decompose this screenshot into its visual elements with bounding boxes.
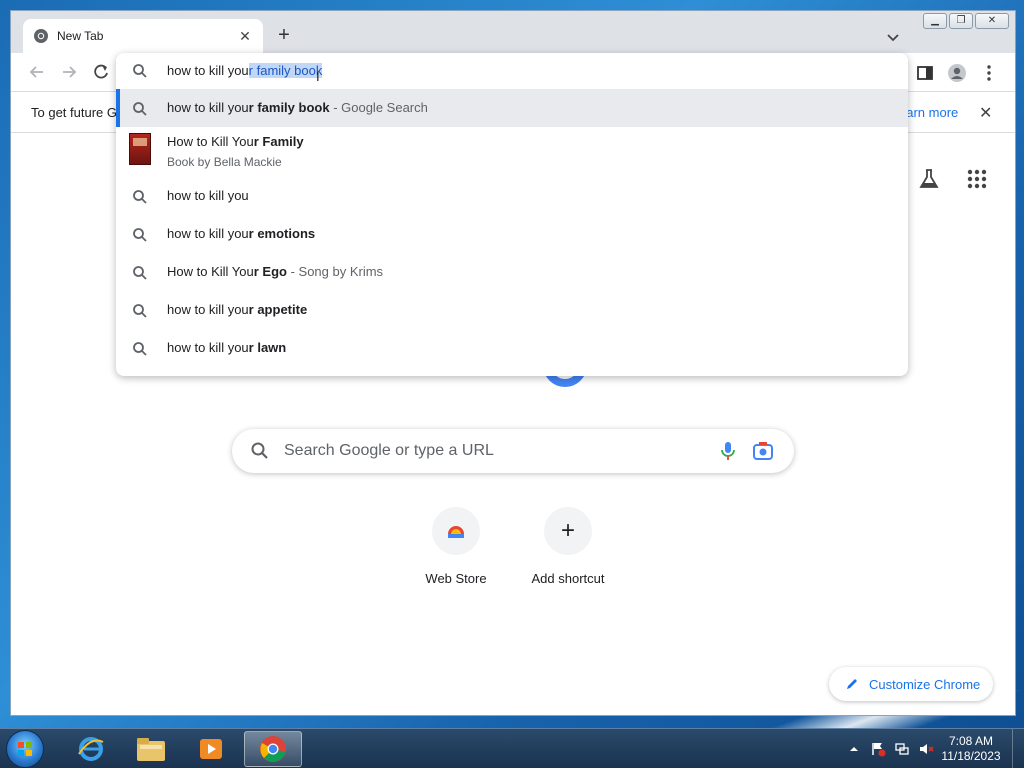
chrome-icon [34,29,48,43]
book-cover-thumbnail [129,133,151,165]
tab-title: New Tab [57,29,104,43]
ntp-search-box[interactable]: Search Google or type a URL [232,429,794,473]
suggestion-prefix: how to kill you [167,302,249,317]
system-tray [846,741,934,757]
suggestion-row[interactable]: how to kill your emotions [116,215,908,253]
search-icon [133,190,147,204]
chevron-down-icon[interactable] [885,29,901,45]
shortcut-web-store[interactable]: Web Store [400,507,512,597]
tab-strip: New Tab ✕ + ▁ ❐ ✕ [11,11,1015,53]
suggestion-completion: r appetite [248,302,308,317]
taskbar-media-player[interactable] [182,731,240,767]
windows-logo-icon [18,742,32,756]
suggestion-row[interactable]: How to Kill Your Family Book by Bella Ma… [116,127,908,177]
plus-icon: + [544,507,592,555]
chrome-icon [260,736,286,762]
window-controls: ▁ ❐ ✕ [923,13,1009,29]
taskbar: 7:08 AM 11/18/2023 [0,728,1024,768]
search-placeholder: Search Google or type a URL [284,442,494,459]
minimize-button[interactable]: ▁ [923,13,947,29]
search-icon [133,64,147,78]
suggestion-subtitle: Book by Bella Mackie [167,155,282,169]
search-icon [133,266,147,280]
suggestion-row[interactable]: how to kill you [116,177,908,215]
search-icon [251,442,268,459]
folder-icon [137,738,165,761]
search-icon [133,102,147,116]
suggestion-completion: r emotions [248,226,316,241]
tab-new-tab[interactable]: New Tab ✕ [23,19,263,53]
suggestion-prefix: how to kill you [167,226,249,241]
suggestion-source: - Song by Krims [286,264,384,279]
suggestion-completion: r Ego [253,264,287,279]
close-window-button[interactable]: ✕ [975,13,1009,29]
taskbar-internet-explorer[interactable] [62,731,120,767]
action-center-flag-icon[interactable] [870,741,886,757]
search-icon [133,342,147,356]
search-icon [133,228,147,242]
search-icon [133,304,147,318]
chevron-up-icon[interactable] [846,741,862,757]
show-desktop-button[interactable] [1012,729,1024,768]
suggestion-row[interactable]: How to Kill Your Ego - Song by Krims [116,253,908,291]
typed-text: how to kill you [167,63,249,78]
suggestion-completion: r Family [253,134,304,149]
autocomplete-selection: r family book [248,63,323,78]
start-button[interactable] [6,730,44,768]
suggestion-source: - Google Search [329,100,428,115]
taskbar-clock[interactable]: 7:08 AM 11/18/2023 [936,734,1006,764]
forward-arrow-icon[interactable] [59,62,79,82]
shortcut-label: Add shortcut [531,571,605,586]
suggestion-prefix: how to kill you [167,100,249,115]
suggestion-prefix: how to kill you [167,340,249,355]
suggestion-prefix: How to Kill You [167,134,254,149]
media-player-icon [200,739,222,759]
more-menu-icon[interactable] [979,63,999,83]
profile-avatar-icon[interactable] [947,63,967,83]
microphone-icon[interactable] [718,440,738,462]
shortcut-label: Web Store [425,571,487,586]
pencil-icon [847,679,857,689]
network-icon[interactable] [894,741,910,757]
text-cursor-icon: I [316,69,320,84]
back-arrow-icon[interactable] [27,62,47,82]
suggestion-completion: r lawn [248,340,287,355]
clock-date: 11/18/2023 [941,749,1001,763]
side-panel-icon[interactable] [915,63,935,83]
clock-time: 7:08 AM [948,734,994,748]
internet-explorer-icon [78,737,104,761]
info-bar-text: To get future G [31,105,117,120]
apps-grid-icon[interactable] [965,167,989,191]
labs-flask-icon[interactable] [917,167,941,191]
new-tab-button[interactable]: + [273,25,295,47]
taskbar-file-explorer[interactable] [122,731,180,767]
customize-chrome-label: Customize Chrome [869,676,981,692]
omnibox-dropdown: how to kill your family book I how to ki… [116,53,908,376]
suggestion-row[interactable]: how to kill your appetite [116,291,908,329]
shortcut-add[interactable]: + Add shortcut [512,507,624,597]
reload-icon[interactable] [91,62,111,82]
maximize-button[interactable]: ❐ [949,13,973,29]
customize-chrome-button[interactable]: Customize Chrome [829,667,993,701]
suggestion-row[interactable]: how to kill your lawn [116,329,908,367]
close-info-bar-icon[interactable]: ✕ [979,103,992,123]
close-tab-icon[interactable]: ✕ [237,28,253,44]
taskbar-chrome[interactable] [244,731,302,767]
suggestion-prefix: how to kill you [167,188,249,203]
suggestion-prefix: How to Kill You [167,264,254,279]
suggestion-row[interactable]: how to kill your family book - Google Se… [116,89,908,127]
google-lens-icon[interactable] [752,440,774,462]
web-store-icon [432,507,480,555]
address-bar-text[interactable]: how to kill your family book [167,63,323,78]
address-bar[interactable]: how to kill your family book I [116,53,908,89]
volume-muted-icon[interactable] [918,741,934,757]
suggestion-completion: r family book [248,100,330,115]
